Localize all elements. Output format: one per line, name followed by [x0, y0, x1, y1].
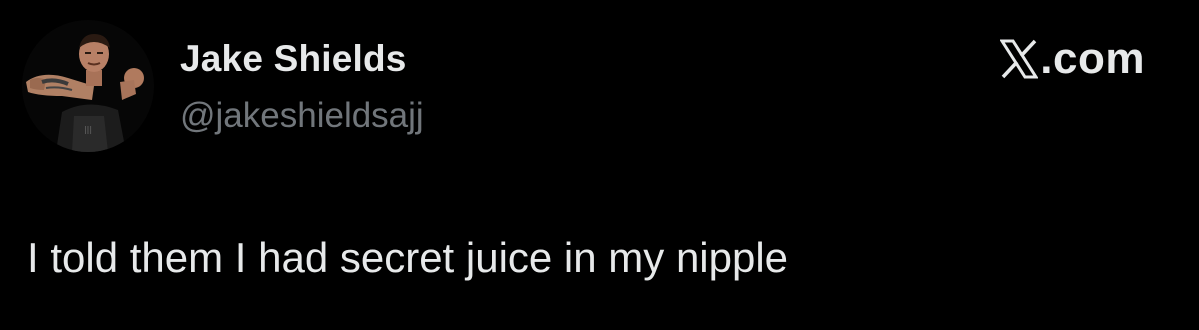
avatar-photo: |||	[22, 20, 154, 152]
tweet-body-text: I told them I had secret juice in my nip…	[27, 234, 789, 281]
author-display-name[interactable]: Jake Shields	[180, 38, 407, 80]
tweet-card: ||| Jake Shields @jakeshieldsajj .com I …	[0, 0, 1199, 330]
x-brand: .com	[1000, 34, 1145, 84]
author-avatar[interactable]: |||	[22, 20, 154, 152]
brand-domain-label: .com	[1040, 34, 1145, 83]
svg-text:|||: |||	[84, 125, 92, 134]
x-logo-icon	[1000, 39, 1039, 79]
author-handle[interactable]: @jakeshieldsajj	[180, 96, 424, 136]
